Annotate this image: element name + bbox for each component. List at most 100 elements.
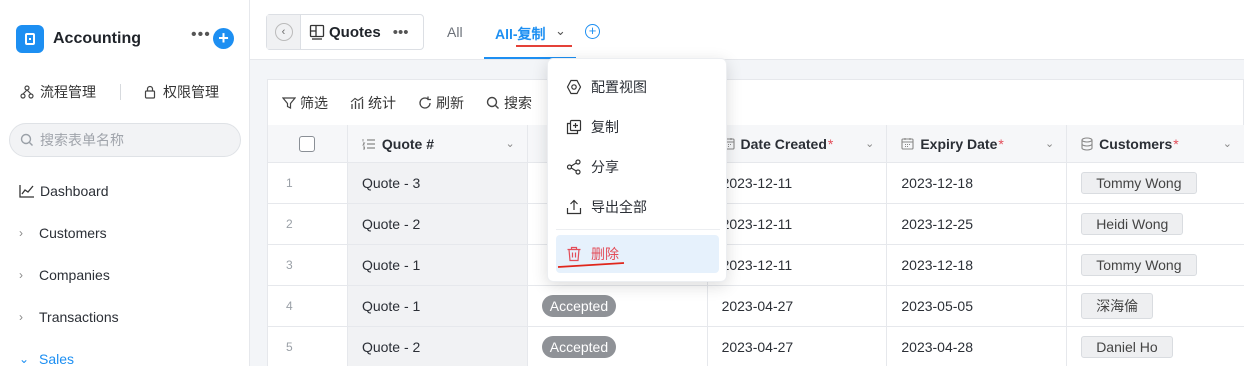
sidebar-item-label: Dashboard <box>40 183 109 199</box>
customer-chip[interactable]: Tommy Wong <box>1081 254 1197 276</box>
table-row[interactable]: 3 Quote - 1 2023-12-11 2023-12-18 Tommy … <box>268 245 1244 286</box>
refresh-button[interactable]: 刷新 <box>418 93 464 113</box>
expiry-date-cell[interactable]: 2023-12-25 <box>887 204 1068 244</box>
status-cell[interactable]: Accepted <box>528 327 708 366</box>
refresh-label: 刷新 <box>436 94 464 111</box>
tab-all-copy[interactable]: All-复制 <box>495 24 546 44</box>
quick-links: 流程管理 权限管理 <box>20 82 235 102</box>
workflow-link[interactable]: 流程管理 <box>20 82 96 102</box>
search-input[interactable] <box>40 132 230 148</box>
sidebar-item-companies[interactable]: › Companies <box>0 254 249 296</box>
customer-cell[interactable]: Heidi Wong <box>1067 204 1244 244</box>
layout-icon <box>309 24 325 40</box>
filter-icon <box>282 96 296 109</box>
calendar-icon <box>901 138 914 150</box>
column-header-quote[interactable]: Quote # ⌄ <box>348 125 528 162</box>
trash-icon <box>567 246 581 262</box>
table-row[interactable]: 4 Quote - 1 Accepted 2023-04-27 2023-05-… <box>268 286 1244 327</box>
date-created-cell[interactable]: 2023-12-11 <box>708 245 888 285</box>
app-header: Accounting ••• + <box>16 24 236 54</box>
table-row[interactable]: 2 Quote - 2 2023-12-11 2023-12-25 Heidi … <box>268 204 1244 245</box>
chevron-down-icon[interactable]: ⌄ <box>865 137 874 150</box>
column-label: Date Created <box>740 135 827 152</box>
sidebar-item-label: Companies <box>39 267 110 283</box>
sidebar-item-sales[interactable]: ⌄ Sales <box>0 338 249 366</box>
customer-cell[interactable]: Tommy Wong <box>1067 245 1244 285</box>
select-all-checkbox[interactable] <box>299 135 316 152</box>
menu-item-export-all[interactable]: 导出全部 <box>566 197 647 217</box>
sidebar-item-transactions[interactable]: › Transactions <box>0 296 249 338</box>
stats-icon <box>350 96 364 109</box>
chevron-down-icon[interactable]: ⌄ <box>1223 137 1232 150</box>
view-title[interactable]: Quotes <box>309 24 381 41</box>
add-view-button[interactable]: + <box>585 24 600 39</box>
customer-chip[interactable]: Daniel Ho <box>1081 336 1173 358</box>
table-row[interactable]: 5 Quote - 2 Accepted 2023-04-27 2023-04-… <box>268 327 1244 366</box>
date-created-cell[interactable]: 2023-04-27 <box>708 286 888 326</box>
stats-button[interactable]: 统计 <box>350 93 396 113</box>
row-index: 5 <box>268 327 348 366</box>
expiry-date-cell[interactable]: 2023-04-28 <box>887 327 1068 366</box>
quote-cell[interactable]: Quote - 1 <box>347 286 528 326</box>
search-button[interactable]: 搜索 <box>486 93 532 113</box>
tab-all[interactable]: All <box>447 24 463 40</box>
add-form-button[interactable]: + <box>213 28 234 49</box>
chevron-down-icon: ⌄ <box>19 352 30 366</box>
lock-icon <box>144 85 156 99</box>
quote-cell[interactable]: Quote - 2 <box>347 204 528 244</box>
database-icon <box>1081 136 1093 151</box>
chevron-down-icon[interactable]: ⌄ <box>555 23 566 39</box>
divider <box>120 84 121 100</box>
expiry-date-cell[interactable]: 2023-05-05 <box>887 286 1068 326</box>
required-mark: * <box>998 135 1004 152</box>
filter-label: 筛选 <box>300 94 328 111</box>
chevron-down-icon[interactable]: ⌄ <box>506 137 515 150</box>
sidebar-item-customers[interactable]: › Customers <box>0 212 249 254</box>
menu-item-label: 删除 <box>591 246 619 262</box>
workflow-icon <box>20 85 34 99</box>
quote-cell[interactable]: Quote - 3 <box>347 163 528 203</box>
stats-label: 统计 <box>368 94 396 111</box>
annotation-underline <box>516 45 572 47</box>
collapse-button[interactable]: ‹ <box>267 15 301 49</box>
column-header-expiry-date[interactable]: Expiry Date * ⌄ <box>887 125 1068 162</box>
quote-cell[interactable]: Quote - 2 <box>347 327 528 366</box>
settings-hexagon-icon <box>566 79 582 95</box>
required-mark: * <box>827 135 834 152</box>
column-header-customers[interactable]: Customers * ⌄ <box>1067 125 1244 162</box>
export-icon <box>566 199 582 215</box>
table-header: Quote # ⌄ Date Created * ⌄ Expiry Date * ⌄… <box>268 125 1244 163</box>
permission-link[interactable]: 权限管理 <box>143 82 219 102</box>
menu-item-configure-view[interactable]: 配置视图 <box>566 77 647 97</box>
more-icon[interactable]: ••• <box>191 26 211 44</box>
table-row[interactable]: 1 Quote - 3 2023-12-11 2023-12-18 Tommy … <box>268 163 1244 204</box>
sidebar-item-dashboard[interactable]: Dashboard <box>0 170 249 212</box>
chevron-left-icon: ‹ <box>274 23 293 41</box>
more-icon[interactable]: ••• <box>393 24 409 41</box>
customer-cell[interactable]: 深海倫 <box>1067 286 1244 326</box>
sidebar-item-label: Sales <box>39 351 75 366</box>
menu-item-label: 分享 <box>591 159 619 175</box>
date-created-cell[interactable]: 2023-04-27 <box>708 327 888 366</box>
customer-cell[interactable]: Tommy Wong <box>1067 163 1244 203</box>
menu-item-share[interactable]: 分享 <box>566 157 619 177</box>
customer-chip[interactable]: Heidi Wong <box>1081 213 1184 235</box>
filter-button[interactable]: 筛选 <box>282 93 328 113</box>
customer-cell[interactable]: Daniel Ho <box>1067 327 1244 366</box>
app-logo-icon <box>16 25 44 53</box>
status-cell[interactable]: Accepted <box>528 286 708 326</box>
view-context-menu: 配置视图 复制 分享 导出全部 删除 <box>547 58 727 282</box>
menu-item-copy[interactable]: 复制 <box>566 117 619 137</box>
quote-cell[interactable]: Quote - 1 <box>347 245 528 285</box>
refresh-icon <box>419 96 431 109</box>
date-created-cell[interactable]: 2023-12-11 <box>708 163 888 203</box>
customer-chip[interactable]: Tommy Wong <box>1081 172 1197 194</box>
chevron-down-icon[interactable]: ⌄ <box>1045 137 1054 150</box>
date-created-cell[interactable]: 2023-12-11 <box>708 204 888 244</box>
required-mark: * <box>1173 135 1179 152</box>
column-header-date-created[interactable]: Date Created * ⌄ <box>708 125 888 162</box>
expiry-date-cell[interactable]: 2023-12-18 <box>887 163 1068 203</box>
expiry-date-cell[interactable]: 2023-12-18 <box>887 245 1068 285</box>
chevron-right-icon: › <box>19 268 23 282</box>
customer-chip[interactable]: 深海倫 <box>1081 293 1154 319</box>
